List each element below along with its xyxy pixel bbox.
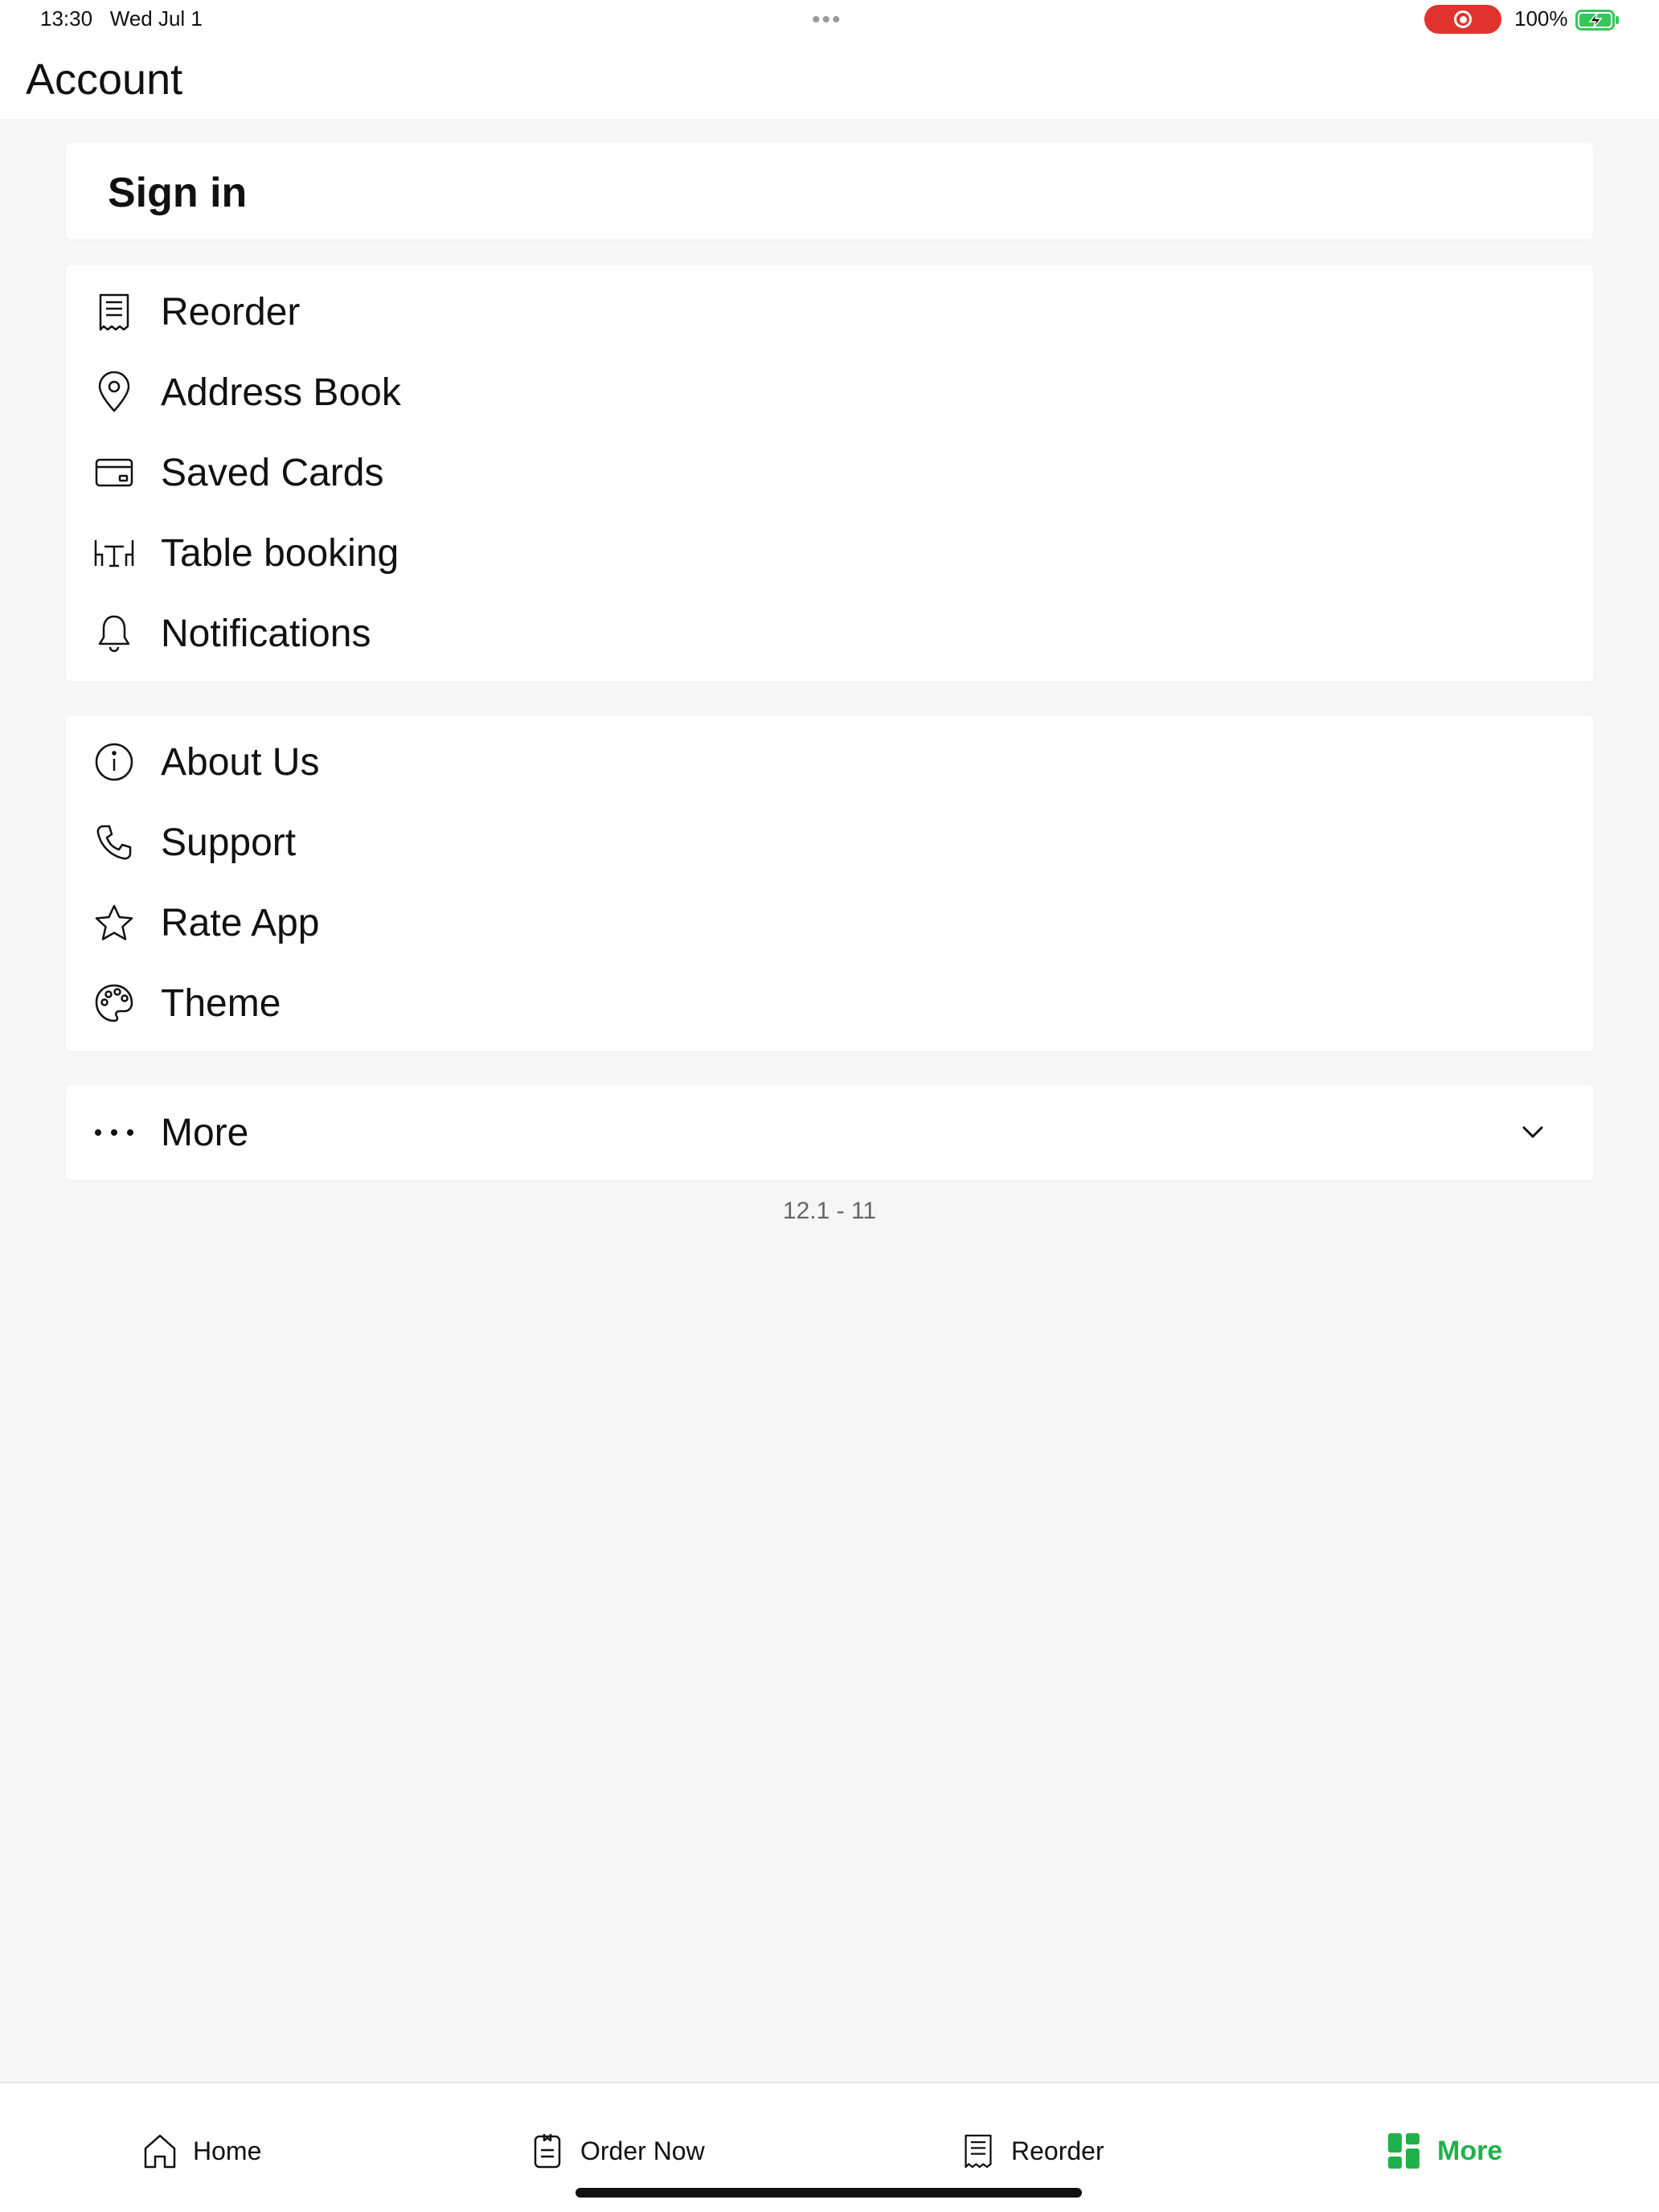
receipt-icon [960,2132,997,2169]
order-icon [529,2132,566,2169]
home-icon [141,2132,178,2169]
menu-item-address-book[interactable]: Address Book [66,352,1593,432]
status-bar: 13:30 Wed Jul 1 ••• 100% [0,0,1659,39]
status-time: 13:30 [40,6,93,31]
bell-icon [93,612,135,654]
menu-item-about-us[interactable]: About Us [66,722,1593,802]
tab-home[interactable]: Home [141,2127,261,2175]
tab-label: Reorder [1011,2136,1104,2165]
star-icon [93,902,135,944]
header: Account [0,39,1659,119]
info-menu-group: About Us Support Rate App Theme [66,715,1593,1051]
sign-in-button[interactable]: Sign in [66,143,1593,240]
chevron-down-icon[interactable] [1513,1112,1553,1153]
receipt-icon [93,291,135,333]
table-chairs-icon [93,532,135,574]
palette-icon [93,982,135,1024]
tab-label: Home [193,2136,262,2165]
menu-item-reorder[interactable]: Reorder [66,272,1593,352]
screen-recording-icon[interactable] [1424,5,1501,34]
menu-item-notifications[interactable]: Notifications [66,593,1593,674]
menu-item-more[interactable]: More [66,1092,1593,1173]
tab-label: Order Now [580,2136,705,2165]
menu-item-label: Address Book [161,371,401,414]
ellipsis-icon [93,1112,135,1153]
home-indicator[interactable] [576,2188,1082,2198]
menu-item-support[interactable]: Support [66,802,1593,883]
tab-more[interactable]: More [1386,2127,1502,2175]
multitasking-dots[interactable]: ••• [812,6,842,34]
more-section-toggle[interactable]: More [66,1085,1593,1180]
menu-item-rate-app[interactable]: Rate App [66,883,1593,963]
menu-item-theme[interactable]: Theme [66,963,1593,1043]
tab-label: More [1437,2135,1503,2166]
status-date: Wed Jul 1 [109,6,203,31]
menu-item-label: Table booking [161,531,399,575]
menu-item-label: Rate App [161,901,320,944]
menu-item-label: More [161,1111,249,1154]
tab-reorder[interactable]: Reorder [960,2127,1104,2175]
menu-item-table-booking[interactable]: Table booking [66,513,1593,593]
account-menu-group: Reorder Address Book Saved Cards Table b… [66,265,1593,682]
grid-icon [1386,2132,1423,2169]
location-pin-icon [93,371,135,413]
menu-item-saved-cards[interactable]: Saved Cards [66,432,1593,513]
menu-item-label: Notifications [161,612,371,655]
credit-card-icon [93,452,135,494]
sign-in-label: Sign in [108,170,248,216]
phone-icon [93,821,135,863]
app-version: 12.1 - 11 [782,1198,877,1224]
page-title: Account [26,55,183,104]
battery-percent: 100% [1514,6,1568,31]
menu-item-label: Support [161,821,297,864]
menu-item-label: Saved Cards [161,451,384,494]
info-icon [93,741,135,783]
tab-order-now[interactable]: Order Now [529,2127,705,2175]
battery-charging-icon [1575,10,1619,31]
menu-item-label: Theme [161,981,281,1025]
menu-item-label: About Us [161,740,320,784]
status-time-date: 13:30 Wed Jul 1 [40,6,203,31]
menu-item-label: Reorder [161,290,301,334]
